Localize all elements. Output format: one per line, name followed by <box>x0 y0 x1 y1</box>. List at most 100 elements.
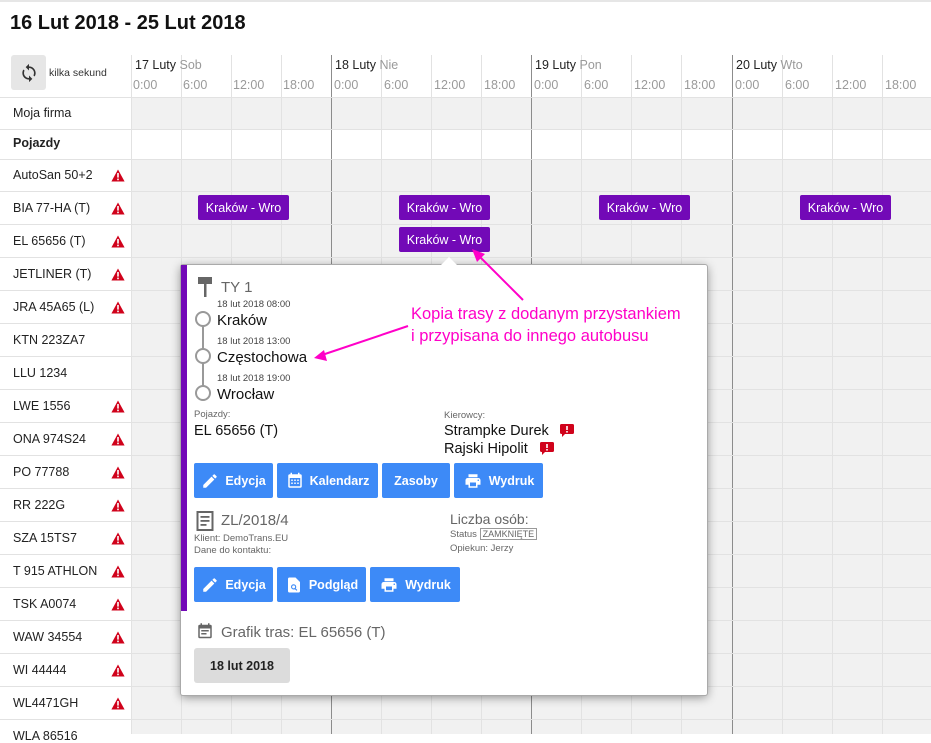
warning-icon <box>111 466 125 479</box>
warning-icon <box>111 202 125 215</box>
trip-block[interactable]: Kraków - Wro <box>800 195 891 220</box>
vehicle-row-label[interactable]: JETLINER (T) <box>13 267 91 281</box>
stop-name: Częstochowa <box>217 349 308 366</box>
vehicle-row-label[interactable]: WL4471GH <box>13 696 78 710</box>
driver-name: Strampke Durek <box>444 423 549 439</box>
stop-time: 18 lut 2018 13:00 <box>217 336 291 347</box>
vehicles-label: Pojazdy: <box>194 409 231 420</box>
hour-label: 12:00 <box>835 78 867 92</box>
warning-icon <box>111 565 125 578</box>
alert-icon <box>560 424 574 437</box>
warning-icon <box>111 169 125 182</box>
stop-name: Wrocław <box>217 386 275 403</box>
vehicle-row-label[interactable]: JRA 45A65 (L) <box>13 300 94 314</box>
vehicle-row-label[interactable]: ONA 974S24 <box>13 432 86 446</box>
vehicle-row-label[interactable]: LWE 1556 <box>13 399 70 413</box>
alert-icon <box>540 442 554 455</box>
vehicle-row-label[interactable]: RR 222G <box>13 498 65 512</box>
document-icon <box>196 511 214 531</box>
edit-order-button[interactable]: Edycja <box>194 567 273 602</box>
vehicle-row-label[interactable]: AutoSan 50+2 <box>13 168 93 182</box>
hour-label: 0:00 <box>133 78 158 92</box>
stop-name: Kraków <box>217 312 268 329</box>
driver-name: Rajski Hipolit <box>444 441 528 457</box>
hour-label: 12:00 <box>634 78 666 92</box>
hour-label: 18:00 <box>885 78 917 92</box>
trip-block[interactable]: Kraków - Wro <box>198 195 289 220</box>
stop-marker <box>195 385 211 401</box>
vehicle-row-label[interactable]: T 915 ATHLON <box>13 564 97 578</box>
hour-label: 6:00 <box>785 78 810 92</box>
print-order-button[interactable]: Wydruk <box>370 567 460 602</box>
hour-label: 0:00 <box>534 78 559 92</box>
vehicle-row-label[interactable]: LLU 1234 <box>13 366 67 380</box>
resources-button[interactable]: Zasoby <box>382 463 450 498</box>
day-header: 17 Luty Sob <box>135 58 202 72</box>
day-header: 20 Luty Wto <box>736 58 803 72</box>
hour-label: 0:00 <box>735 78 760 92</box>
schedule-icon <box>198 623 212 639</box>
vehicle-row-label[interactable]: EL 65656 (T) <box>13 234 86 248</box>
warning-icon <box>111 433 125 446</box>
drivers-label: Kierowcy: <box>444 410 486 421</box>
hour-label: 6:00 <box>584 78 609 92</box>
refresh-button[interactable] <box>11 55 46 90</box>
signpost-icon <box>198 277 212 297</box>
hour-label: 18:00 <box>283 78 315 92</box>
company-row-label: Moja firma <box>13 106 72 120</box>
trip-block[interactable]: Kraków - Wro <box>599 195 690 220</box>
preview-order-button[interactable]: Podgląd <box>277 567 366 602</box>
order-client: Klient: DemoTrans.EU <box>194 533 289 544</box>
status-badge: ZAMKNIĘTE <box>479 528 538 540</box>
printer-icon <box>381 577 397 592</box>
pencil-icon <box>203 473 218 488</box>
schedule-title: Grafik tras: EL 65656 (T) <box>221 624 386 641</box>
schedule-date-button[interactable]: 18 lut 2018 <box>194 648 290 683</box>
day-header: 18 Luty Nie <box>335 58 399 72</box>
assigned-vehicle: EL 65656 (T) <box>194 423 279 439</box>
hour-label: 18:00 <box>684 78 716 92</box>
order-status: Status ZAMKNIĘTE <box>450 528 538 540</box>
hour-label: 12:00 <box>434 78 466 92</box>
warning-icon <box>111 499 125 512</box>
order-caretaker: Opiekun: Jerzy <box>450 543 514 554</box>
warning-icon <box>111 532 125 545</box>
vehicle-row-label[interactable]: WLA 86516 <box>13 729 78 743</box>
printer-icon <box>465 473 481 488</box>
vehicle-row-label[interactable]: WAW 34554 <box>13 630 82 644</box>
pencil-icon <box>203 577 218 592</box>
popup-color-bar <box>181 265 187 611</box>
stop-marker <box>195 311 211 327</box>
stop-marker <box>195 348 211 364</box>
vehicles-section-header: Pojazdy <box>13 136 61 150</box>
vehicle-row-label[interactable]: KTN 223ZA7 <box>13 333 85 347</box>
warning-icon <box>111 268 125 281</box>
trip-block-selected[interactable]: Kraków - Wro <box>399 227 490 252</box>
top-divider <box>0 0 931 2</box>
popup-caret <box>440 257 458 266</box>
vehicle-row-label[interactable]: PO 77788 <box>13 465 69 479</box>
vehicle-row-label[interactable]: TSK A0074 <box>13 597 76 611</box>
hour-label: 6:00 <box>384 78 409 92</box>
day-header: 19 Luty Pon <box>535 58 602 72</box>
warning-icon <box>111 664 125 677</box>
hour-label: 18:00 <box>484 78 516 92</box>
vehicle-row-label[interactable]: WI 44444 <box>13 663 67 677</box>
warning-icon <box>111 631 125 644</box>
preview-icon <box>287 577 300 592</box>
vehicle-row-label[interactable]: BIA 77-HA (T) <box>13 201 90 215</box>
page-title: 16 Lut 2018 - 25 Lut 2018 <box>10 12 246 34</box>
calendar-button[interactable]: Kalendarz <box>277 463 378 498</box>
stop-time: 18 lut 2018 08:00 <box>217 299 291 310</box>
warning-icon <box>111 697 125 710</box>
warning-icon <box>111 235 125 248</box>
print-route-button[interactable]: Wydruk <box>454 463 543 498</box>
refresh-icon <box>21 63 36 82</box>
vehicle-row-label[interactable]: SZA 15TS7 <box>13 531 77 545</box>
order-contact: Dane do kontaktu: <box>194 545 272 556</box>
trip-block[interactable]: Kraków - Wro <box>399 195 490 220</box>
hour-label: 6:00 <box>183 78 208 92</box>
warning-icon <box>111 301 125 314</box>
route-code: TY 1 <box>221 279 253 296</box>
edit-route-button[interactable]: Edycja <box>194 463 273 498</box>
